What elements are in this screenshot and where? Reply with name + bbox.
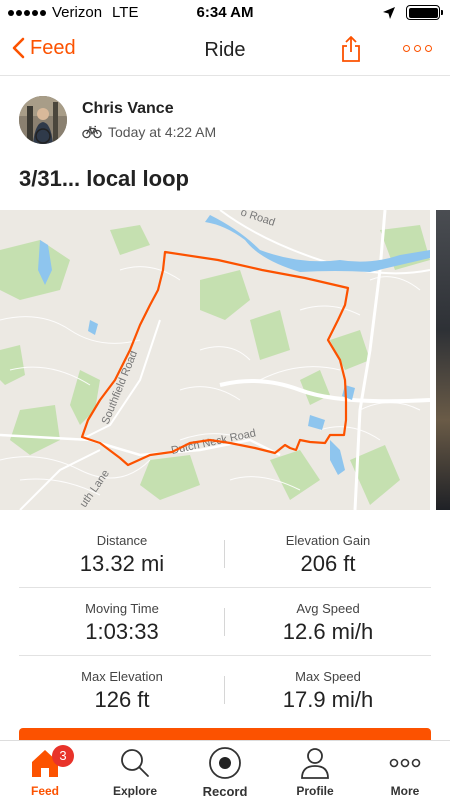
dot-icon xyxy=(425,45,432,52)
more-icon xyxy=(389,758,421,768)
activity-title: 3/31... local loop xyxy=(19,166,189,191)
tab-label: Profile xyxy=(296,784,334,798)
chevron-left-icon xyxy=(12,37,25,59)
activity-meta: Today at 4:22 AM xyxy=(82,124,216,140)
bike-icon xyxy=(82,125,102,139)
stat-distance: Distance 13.32 mi xyxy=(19,520,225,577)
stats-row: Distance 13.32 mi Elevation Gain 206 ft xyxy=(19,520,431,588)
back-label: Feed xyxy=(30,36,76,59)
location-arrow-icon xyxy=(383,6,395,19)
share-icon xyxy=(342,36,360,62)
tab-more[interactable]: More xyxy=(360,747,450,798)
stat-value: 126 ft xyxy=(94,687,150,712)
activity-timestamp: Today at 4:22 AM xyxy=(108,124,217,140)
map-canvas: Southfield Road Dutch Neck Road uth Lane… xyxy=(0,210,430,510)
stat-value: 206 ft xyxy=(300,551,356,576)
activity-photo-thumbnail[interactable] xyxy=(436,210,450,510)
athlete-name[interactable]: Chris Vance xyxy=(82,100,216,118)
stat-label: Max Speed xyxy=(295,669,361,684)
tab-explore[interactable]: Explore xyxy=(90,747,180,798)
stat-label: Max Elevation xyxy=(81,669,163,684)
back-button[interactable]: Feed xyxy=(10,36,76,60)
stat-max-elevation: Max Elevation 126 ft xyxy=(19,656,225,713)
stats-row: Moving Time 1:03:33 Avg Speed 12.6 mi/h xyxy=(19,588,431,656)
tab-label: Record xyxy=(202,784,248,799)
stats-row: Max Elevation 126 ft Max Speed 17.9 mi/h xyxy=(19,656,431,724)
share-button[interactable] xyxy=(340,35,362,68)
dot-icon xyxy=(414,45,421,52)
avatar[interactable] xyxy=(19,96,67,144)
route-map[interactable]: Southfield Road Dutch Neck Road uth Lane… xyxy=(0,210,430,510)
search-icon xyxy=(121,749,149,777)
nav-bar: Feed Ride xyxy=(0,26,450,76)
tab-feed[interactable]: 3 Feed xyxy=(0,745,90,798)
stat-label: Moving Time xyxy=(85,601,159,616)
stat-value: 12.6 mi/h xyxy=(282,619,374,644)
tab-record[interactable]: Record xyxy=(180,747,270,799)
athlete-info: Chris Vance Today at 4:22 AM xyxy=(82,100,216,140)
athlete-header[interactable]: Chris Vance Today at 4:22 AM xyxy=(19,95,216,145)
status-bar: Verizon LTE 6:34 AM xyxy=(0,0,450,26)
status-right xyxy=(382,5,443,20)
stats-grid: Distance 13.32 mi Elevation Gain 206 ft … xyxy=(19,520,431,724)
tab-label: More xyxy=(390,784,420,798)
notification-badge: 3 xyxy=(52,745,74,767)
tab-profile[interactable]: Profile xyxy=(270,747,360,798)
stat-avg-speed: Avg Speed 12.6 mi/h xyxy=(225,588,431,645)
stat-max-speed: Max Speed 17.9 mi/h xyxy=(225,656,431,713)
more-options-button[interactable] xyxy=(403,45,432,52)
profile-icon xyxy=(301,748,329,779)
stat-elevation-gain: Elevation Gain 206 ft xyxy=(225,520,431,577)
stat-label: Avg Speed xyxy=(296,601,360,616)
stat-label: Elevation Gain xyxy=(285,533,371,548)
tab-label: Explore xyxy=(112,784,157,798)
tab-bar: 3 Feed Explore Record Profile More xyxy=(0,740,450,800)
battery-icon xyxy=(406,5,443,20)
tab-label: Feed xyxy=(30,784,59,798)
stat-value: 17.9 mi/h xyxy=(282,687,374,712)
stat-value: 1:03:33 xyxy=(85,619,159,644)
dot-icon xyxy=(403,45,410,52)
stat-value: 13.32 mi xyxy=(79,551,165,576)
stat-moving-time: Moving Time 1:03:33 xyxy=(19,588,225,645)
stat-label: Distance xyxy=(96,533,148,548)
record-icon xyxy=(209,747,241,779)
